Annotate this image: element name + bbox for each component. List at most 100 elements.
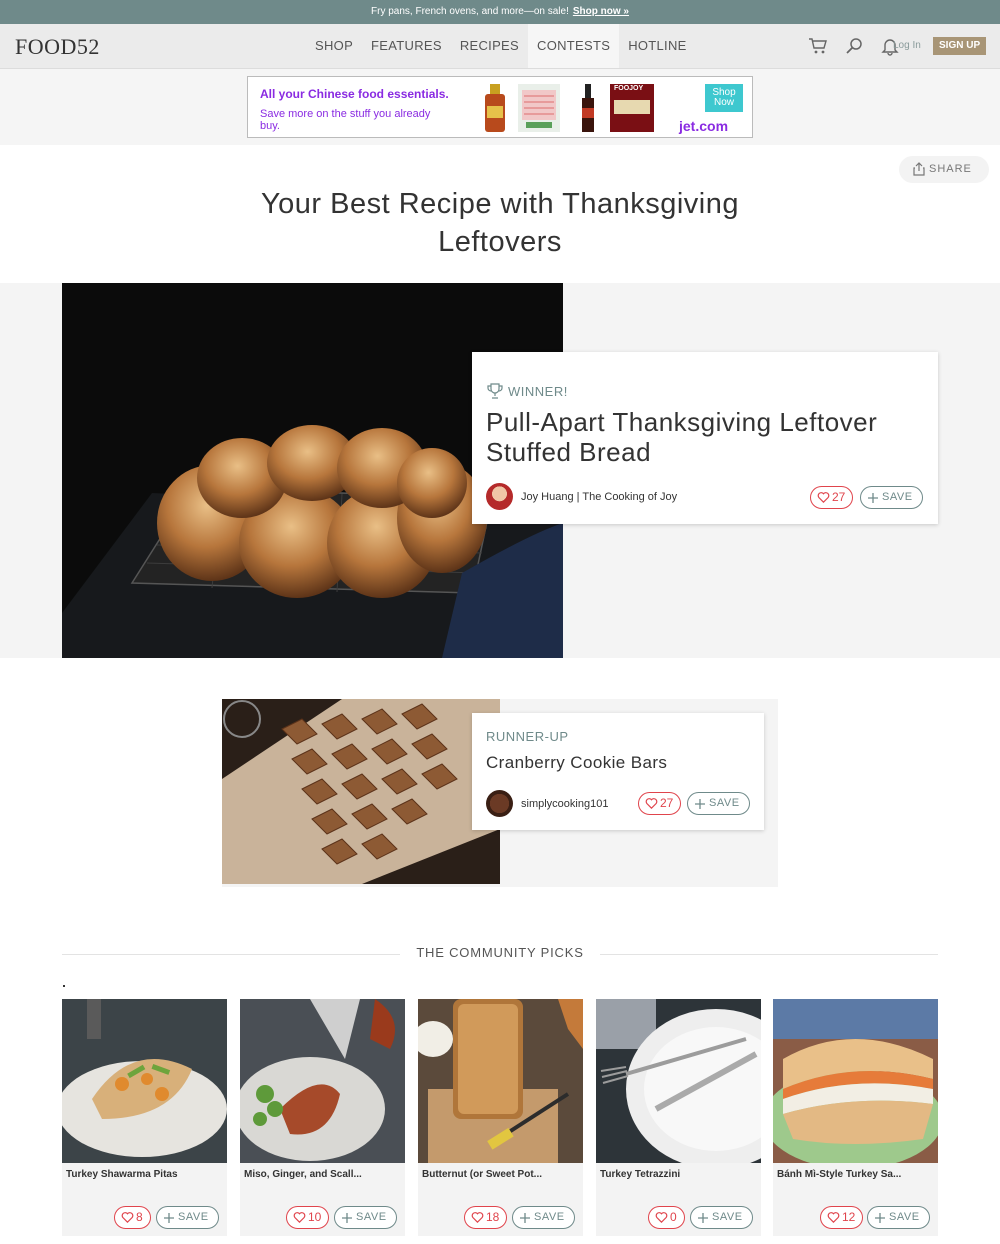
heart-icon [471, 1212, 484, 1223]
pick-like-button[interactable]: 12 [820, 1206, 864, 1229]
miso-sweet-potato-image [240, 999, 405, 1163]
search-icon[interactable] [844, 36, 864, 56]
pick-photo[interactable] [62, 999, 227, 1163]
turkey-tetrazzini-image [596, 999, 761, 1163]
heart-icon [827, 1212, 840, 1223]
pick-like-button[interactable]: 10 [286, 1206, 330, 1229]
runner-up-recipe-title[interactable]: Cranberry Cookie Bars [486, 753, 667, 773]
butternut-bread-image [418, 999, 583, 1163]
winner-recipe-title[interactable]: Pull-Apart Thanksgiving Leftover Stuffed… [486, 407, 926, 467]
signup-button[interactable]: SIGN UP [933, 37, 987, 55]
nav-features[interactable]: FEATURES [362, 24, 451, 68]
pick-save-button[interactable]: SAVE [690, 1206, 753, 1229]
shawarma-pita-image [62, 999, 227, 1163]
community-pick-card[interactable]: Butternut (or Sweet Pot... 18 SAVE [418, 999, 583, 1236]
pick-name[interactable]: Turkey Tetrazzini [600, 1169, 755, 1180]
pick-like-count: 10 [308, 1210, 322, 1224]
banner-ad[interactable]: All your Chinese food essentials. Save m… [247, 76, 753, 138]
nav-contests[interactable]: CONTESTS [528, 24, 620, 68]
pick-save-label: SAVE [889, 1211, 920, 1223]
pick-photo[interactable] [240, 999, 405, 1163]
ad-band: All your Chinese food essentials. Save m… [0, 69, 1000, 145]
pick-save-label: SAVE [712, 1211, 743, 1223]
pick-like-count: 12 [842, 1210, 856, 1224]
promo-text: Fry pans, French ovens, and more—on sale… [371, 6, 569, 17]
pick-save-label: SAVE [534, 1211, 565, 1223]
plus-icon [875, 1212, 885, 1223]
share-label: SHARE [929, 163, 972, 175]
runner-up-author: simplycooking101 [521, 797, 609, 810]
pick-like-button[interactable]: 0 [648, 1206, 685, 1229]
avatar [486, 790, 513, 817]
plus-icon [695, 798, 705, 809]
cart-icon[interactable] [808, 36, 828, 56]
winner-like-count: 27 [832, 490, 846, 504]
winner-card: WINNER! Pull-Apart Thanksgiving Leftover… [472, 352, 938, 524]
top-nav: FOOD52 SHOP FEATURES RECIPES CONTESTS HO… [0, 24, 1000, 69]
runner-up-like-button[interactable]: 27 [638, 792, 682, 815]
winner-tag-label: WINNER! [508, 383, 568, 399]
main-menu: SHOP FEATURES RECIPES CONTESTS HOTLINE [306, 24, 696, 68]
winner-tag: WINNER! [486, 382, 568, 400]
share-button[interactable]: SHARE [899, 156, 989, 183]
community-pick-card[interactable]: Turkey Shawarma Pitas 8 SAVE [62, 999, 227, 1236]
pick-like-button[interactable]: 18 [464, 1206, 508, 1229]
sauce-bottle-image [582, 84, 594, 132]
avatar [486, 483, 513, 510]
community-pick-card[interactable]: Miso, Ginger, and Scall... 10 SAVE [240, 999, 405, 1236]
nav-recipes[interactable]: RECIPES [451, 24, 528, 68]
plus-icon [520, 1212, 530, 1223]
winner-author: Joy Huang | The Cooking of Joy [521, 490, 678, 503]
ad-headline: All your Chinese food essentials. [260, 87, 449, 101]
promo-shop-link[interactable]: Shop now » [573, 6, 629, 17]
nav-icons [808, 36, 900, 56]
runner-up-save-button[interactable]: SAVE [687, 792, 750, 815]
pick-name[interactable]: Miso, Ginger, and Scall... [244, 1169, 399, 1180]
winner-save-label: SAVE [882, 491, 913, 503]
nav-hotline[interactable]: HOTLINE [619, 24, 695, 68]
heart-icon [121, 1212, 134, 1223]
runner-up-card: RUNNER-UP Cranberry Cookie Bars simplyco… [472, 713, 764, 830]
winner-byline[interactable]: Joy Huang | The Cooking of Joy [486, 483, 677, 510]
cookie-bars-image [222, 699, 500, 884]
pick-like-count: 18 [486, 1210, 500, 1224]
pick-like-button[interactable]: 8 [114, 1206, 151, 1229]
plus-icon [342, 1212, 352, 1223]
pick-like-count: 8 [136, 1210, 143, 1224]
winner-like-button[interactable]: 27 [810, 486, 854, 509]
promo-bar: Fry pans, French ovens, and more—on sale… [0, 0, 1000, 24]
pick-save-button[interactable]: SAVE [156, 1206, 219, 1229]
pick-photo[interactable] [418, 999, 583, 1163]
share-icon [913, 162, 925, 176]
stray-dot [63, 985, 65, 987]
noodle-pack-image [518, 84, 560, 132]
pick-save-button[interactable]: SAVE [334, 1206, 397, 1229]
pick-name[interactable]: Bánh Mì-Style Turkey Sa... [777, 1169, 932, 1180]
site-logo[interactable]: FOOD52 [15, 34, 100, 60]
login-link[interactable]: Log In [893, 40, 921, 51]
runner-up-photo[interactable] [222, 699, 500, 884]
pick-save-button[interactable]: SAVE [512, 1206, 575, 1229]
pick-save-label: SAVE [178, 1211, 209, 1223]
community-pick-card[interactable]: Bánh Mì-Style Turkey Sa... 12 SAVE [773, 999, 938, 1236]
runner-up-byline[interactable]: simplycooking101 [486, 790, 608, 817]
heart-icon [817, 492, 830, 503]
soy-bottle-image [485, 84, 505, 132]
community-pick-card[interactable]: Turkey Tetrazzini 0 SAVE [596, 999, 761, 1236]
pick-name[interactable]: Butternut (or Sweet Pot... [422, 1169, 577, 1180]
runner-up-tag: RUNNER-UP [486, 729, 569, 744]
plus-icon [698, 1212, 708, 1223]
heart-icon [293, 1212, 306, 1223]
pick-photo[interactable] [773, 999, 938, 1163]
nav-shop[interactable]: SHOP [306, 24, 362, 68]
trophy-icon [487, 383, 503, 399]
community-picks-heading: THE COMMUNITY PICKS [400, 945, 600, 960]
pick-photo[interactable] [596, 999, 761, 1163]
pick-save-button[interactable]: SAVE [867, 1206, 930, 1229]
pick-like-count: 0 [670, 1210, 677, 1224]
ad-subline: Save more on the stuff you already buy. [260, 108, 431, 132]
winner-save-button[interactable]: SAVE [860, 486, 923, 509]
ad-shop-now-button[interactable]: Shop Now [705, 84, 743, 112]
plus-icon [868, 492, 878, 503]
pick-name[interactable]: Turkey Shawarma Pitas [66, 1169, 221, 1180]
